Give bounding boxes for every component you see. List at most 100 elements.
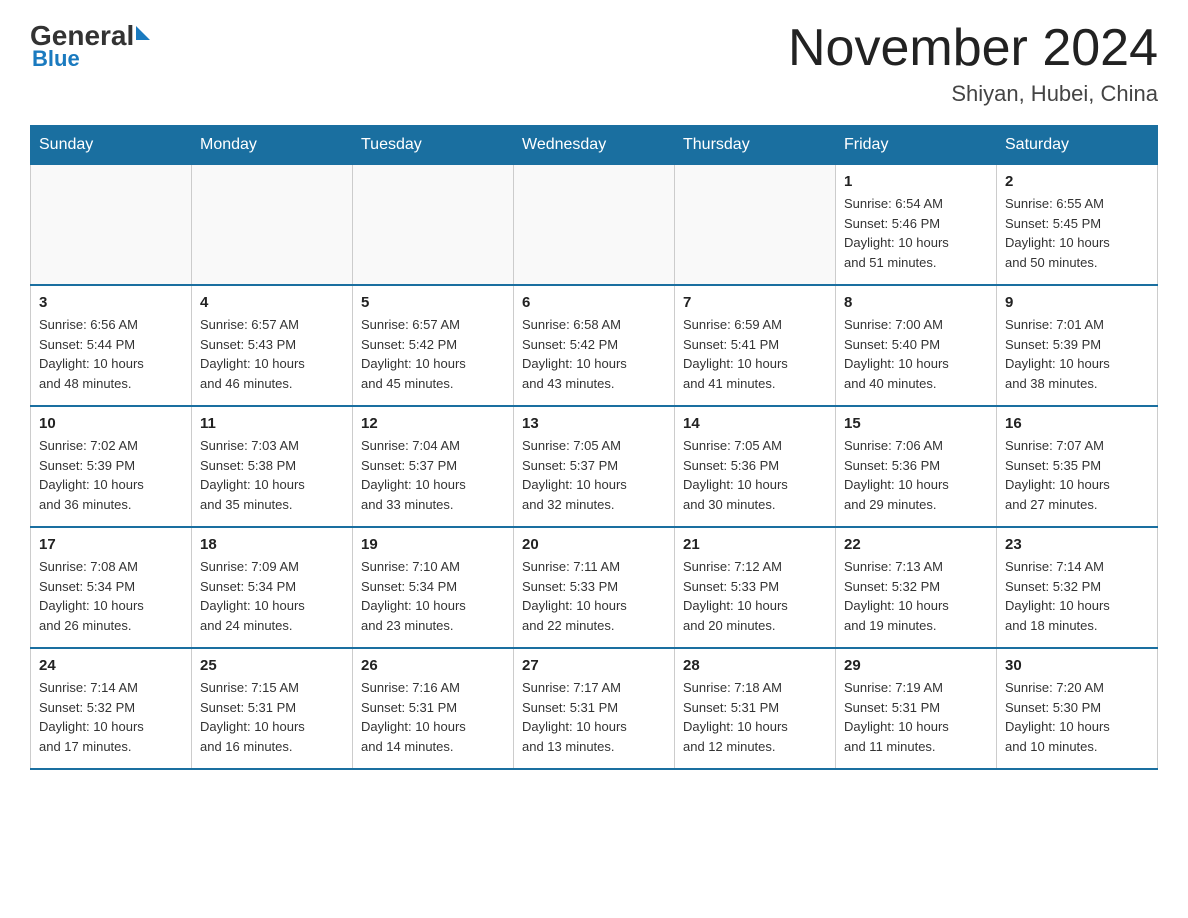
calendar-cell: [192, 165, 353, 286]
day-number: 15: [844, 415, 988, 432]
calendar-cell: [675, 165, 836, 286]
calendar-cell: 24Sunrise: 7:14 AM Sunset: 5:32 PM Dayli…: [31, 648, 192, 769]
header-day-tuesday: Tuesday: [353, 126, 514, 165]
day-info: Sunrise: 7:00 AM Sunset: 5:40 PM Dayligh…: [844, 315, 988, 393]
day-info: Sunrise: 7:20 AM Sunset: 5:30 PM Dayligh…: [1005, 678, 1149, 756]
header-day-wednesday: Wednesday: [514, 126, 675, 165]
calendar-cell: 14Sunrise: 7:05 AM Sunset: 5:36 PM Dayli…: [675, 406, 836, 527]
calendar-cell: 22 Sunrise: 7:13 AM Sunset: 5:32 PM Dayli…: [836, 527, 997, 648]
day-info: Sunrise: 6:59 AM Sunset: 5:41 PM Dayligh…: [683, 315, 827, 393]
calendar-cell: 9Sunrise: 7:01 AM Sunset: 5:39 PM Daylig…: [997, 285, 1158, 406]
day-number: 27: [522, 657, 666, 674]
day-number: 20: [522, 536, 666, 553]
day-number: 21: [683, 536, 827, 553]
day-info: Sunrise: 7:11 AM Sunset: 5:33 PM Dayligh…: [522, 557, 666, 635]
header: General Blue November 2024 Shiyan, Hubei…: [30, 20, 1158, 107]
week-row-2: 3 Sunrise: 6:56 AM Sunset: 5:44 PM Daylig…: [31, 285, 1158, 406]
calendar-cell: 10 Sunrise: 7:02 AM Sunset: 5:39 PM Dayli…: [31, 406, 192, 527]
subtitle: Shiyan, Hubei, China: [788, 81, 1158, 107]
header-day-saturday: Saturday: [997, 126, 1158, 165]
day-info: Sunrise: 7:02 AM Sunset: 5:39 PM Dayligh…: [39, 436, 183, 514]
day-number: 10: [39, 415, 183, 432]
day-number: 24: [39, 657, 183, 674]
day-number: 23: [1005, 536, 1149, 553]
day-number: 17: [39, 536, 183, 553]
logo-blue-text: Blue: [32, 46, 80, 72]
calendar-cell: 7 Sunrise: 6:59 AM Sunset: 5:41 PM Daylig…: [675, 285, 836, 406]
day-number: 29: [844, 657, 988, 674]
calendar-cell: 29 Sunrise: 7:19 AM Sunset: 5:31 PM Dayli…: [836, 648, 997, 769]
day-number: 18: [200, 536, 344, 553]
calendar-cell: 23 Sunrise: 7:14 AM Sunset: 5:32 PM Dayli…: [997, 527, 1158, 648]
day-number: 19: [361, 536, 505, 553]
day-info: Sunrise: 6:54 AM Sunset: 5:46 PM Dayligh…: [844, 194, 988, 272]
main-title: November 2024: [788, 20, 1158, 77]
calendar-cell: 6 Sunrise: 6:58 AM Sunset: 5:42 PM Daylig…: [514, 285, 675, 406]
day-info: Sunrise: 7:13 AM Sunset: 5:32 PM Dayligh…: [844, 557, 988, 635]
logo-triangle-icon: [136, 26, 150, 40]
week-row-1: 1 Sunrise: 6:54 AM Sunset: 5:46 PM Daylig…: [31, 165, 1158, 286]
header-day-monday: Monday: [192, 126, 353, 165]
day-info: Sunrise: 7:15 AM Sunset: 5:31 PM Dayligh…: [200, 678, 344, 756]
day-info: Sunrise: 6:55 AM Sunset: 5:45 PM Dayligh…: [1005, 194, 1149, 272]
day-number: 12: [361, 415, 505, 432]
header-row: SundayMondayTuesdayWednesdayThursdayFrid…: [31, 126, 1158, 165]
day-number: 16: [1005, 415, 1149, 432]
day-info: Sunrise: 7:01 AM Sunset: 5:39 PM Dayligh…: [1005, 315, 1149, 393]
day-number: 1: [844, 173, 988, 190]
calendar-cell: 13 Sunrise: 7:05 AM Sunset: 5:37 PM Dayli…: [514, 406, 675, 527]
calendar-cell: 11 Sunrise: 7:03 AM Sunset: 5:38 PM Dayli…: [192, 406, 353, 527]
calendar-header: SundayMondayTuesdayWednesdayThursdayFrid…: [31, 126, 1158, 165]
day-info: Sunrise: 6:57 AM Sunset: 5:42 PM Dayligh…: [361, 315, 505, 393]
calendar-cell: 30 Sunrise: 7:20 AM Sunset: 5:30 PM Dayli…: [997, 648, 1158, 769]
header-day-friday: Friday: [836, 126, 997, 165]
day-number: 3: [39, 294, 183, 311]
calendar-cell: 17 Sunrise: 7:08 AM Sunset: 5:34 PM Dayli…: [31, 527, 192, 648]
calendar-cell: 16 Sunrise: 7:07 AM Sunset: 5:35 PM Dayli…: [997, 406, 1158, 527]
week-row-5: 24Sunrise: 7:14 AM Sunset: 5:32 PM Dayli…: [31, 648, 1158, 769]
day-number: 5: [361, 294, 505, 311]
calendar-cell: 15Sunrise: 7:06 AM Sunset: 5:36 PM Dayli…: [836, 406, 997, 527]
day-info: Sunrise: 6:57 AM Sunset: 5:43 PM Dayligh…: [200, 315, 344, 393]
calendar-cell: [514, 165, 675, 286]
day-number: 7: [683, 294, 827, 311]
calendar-cell: 2 Sunrise: 6:55 AM Sunset: 5:45 PM Daylig…: [997, 165, 1158, 286]
day-info: Sunrise: 6:56 AM Sunset: 5:44 PM Dayligh…: [39, 315, 183, 393]
day-number: 2: [1005, 173, 1149, 190]
calendar-cell: 27Sunrise: 7:17 AM Sunset: 5:31 PM Dayli…: [514, 648, 675, 769]
calendar-cell: 1 Sunrise: 6:54 AM Sunset: 5:46 PM Daylig…: [836, 165, 997, 286]
day-info: Sunrise: 7:10 AM Sunset: 5:34 PM Dayligh…: [361, 557, 505, 635]
day-number: 30: [1005, 657, 1149, 674]
day-number: 13: [522, 415, 666, 432]
day-info: Sunrise: 7:05 AM Sunset: 5:37 PM Dayligh…: [522, 436, 666, 514]
week-row-3: 10 Sunrise: 7:02 AM Sunset: 5:39 PM Dayli…: [31, 406, 1158, 527]
day-info: Sunrise: 7:08 AM Sunset: 5:34 PM Dayligh…: [39, 557, 183, 635]
day-info: Sunrise: 7:03 AM Sunset: 5:38 PM Dayligh…: [200, 436, 344, 514]
day-info: Sunrise: 7:16 AM Sunset: 5:31 PM Dayligh…: [361, 678, 505, 756]
day-number: 11: [200, 415, 344, 432]
calendar-cell: 3 Sunrise: 6:56 AM Sunset: 5:44 PM Daylig…: [31, 285, 192, 406]
header-day-thursday: Thursday: [675, 126, 836, 165]
day-info: Sunrise: 7:19 AM Sunset: 5:31 PM Dayligh…: [844, 678, 988, 756]
calendar-cell: 4 Sunrise: 6:57 AM Sunset: 5:43 PM Daylig…: [192, 285, 353, 406]
calendar-cell: 25Sunrise: 7:15 AM Sunset: 5:31 PM Dayli…: [192, 648, 353, 769]
day-info: Sunrise: 7:18 AM Sunset: 5:31 PM Dayligh…: [683, 678, 827, 756]
day-info: Sunrise: 6:58 AM Sunset: 5:42 PM Dayligh…: [522, 315, 666, 393]
calendar-cell: 19 Sunrise: 7:10 AM Sunset: 5:34 PM Dayli…: [353, 527, 514, 648]
calendar-cell: [353, 165, 514, 286]
day-info: Sunrise: 7:07 AM Sunset: 5:35 PM Dayligh…: [1005, 436, 1149, 514]
day-number: 6: [522, 294, 666, 311]
calendar-cell: 28Sunrise: 7:18 AM Sunset: 5:31 PM Dayli…: [675, 648, 836, 769]
day-info: Sunrise: 7:12 AM Sunset: 5:33 PM Dayligh…: [683, 557, 827, 635]
logo-area: General Blue: [30, 20, 150, 72]
day-info: Sunrise: 7:14 AM Sunset: 5:32 PM Dayligh…: [1005, 557, 1149, 635]
day-number: 22: [844, 536, 988, 553]
week-row-4: 17 Sunrise: 7:08 AM Sunset: 5:34 PM Dayli…: [31, 527, 1158, 648]
day-number: 14: [683, 415, 827, 432]
calendar-cell: 21 Sunrise: 7:12 AM Sunset: 5:33 PM Dayli…: [675, 527, 836, 648]
calendar-cell: 8Sunrise: 7:00 AM Sunset: 5:40 PM Daylig…: [836, 285, 997, 406]
header-day-sunday: Sunday: [31, 126, 192, 165]
calendar-cell: 5 Sunrise: 6:57 AM Sunset: 5:42 PM Daylig…: [353, 285, 514, 406]
day-info: Sunrise: 7:09 AM Sunset: 5:34 PM Dayligh…: [200, 557, 344, 635]
day-number: 4: [200, 294, 344, 311]
